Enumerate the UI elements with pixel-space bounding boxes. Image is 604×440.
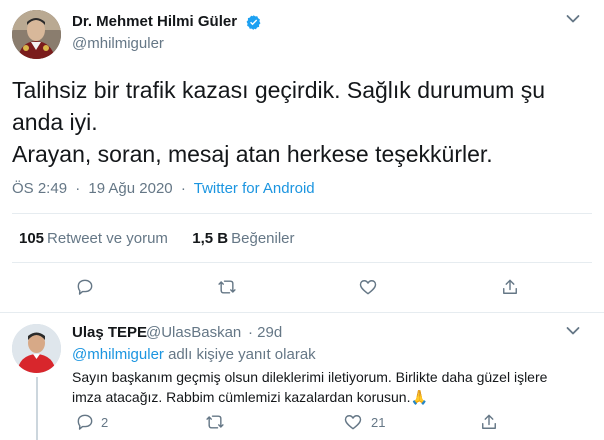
replying-to-mention[interactable]: @mhilmiguler: [72, 346, 164, 363]
tweet-meta: ÖS 2:49 · 19 Ağu 2020 · Twitter for Andr…: [12, 180, 315, 197]
tweet-stats: 105 Retweet ve yorum 1,5 B Beğeniler: [19, 230, 295, 247]
reply-reply-button[interactable]: [73, 410, 97, 434]
reply-button[interactable]: [73, 275, 97, 299]
thread-line: [36, 377, 38, 440]
tweet-time[interactable]: ÖS 2:49: [12, 180, 67, 197]
tweet-text-line: Talihsiz bir trafik kazası geçirdik. Sağ…: [12, 77, 546, 103]
reply-like-button[interactable]: [341, 410, 365, 434]
reply-like-count: 21: [371, 415, 386, 430]
share-icon: [503, 279, 517, 294]
reply-text: Sayın başkanım geçmiş olsun dileklerimi …: [72, 367, 592, 407]
share-icon: [482, 414, 496, 429]
meta-separator: ·: [180, 180, 186, 197]
chevron-down-icon[interactable]: [566, 14, 580, 24]
divider: [12, 262, 592, 263]
author-handle[interactable]: @mhilmiguler: [72, 35, 164, 52]
main-tweet: Dr. Mehmet Hilmi Güler @mhilmiguler Tali…: [0, 0, 604, 313]
reply-icon: [77, 414, 93, 430]
share-button[interactable]: [498, 275, 522, 299]
reply-avatar-image: [12, 324, 61, 373]
retweet-label: Retweet ve yorum: [47, 230, 168, 247]
retweet-button[interactable]: [215, 275, 239, 299]
tweet-date[interactable]: 19 Ağu 2020: [88, 180, 172, 197]
retweet-icon: [206, 415, 224, 429]
divider: [12, 213, 592, 214]
like-label: Beğeniler: [231, 230, 295, 247]
reply-icon: [77, 279, 93, 295]
meta-separator: ·: [75, 180, 81, 197]
reply-retweet-button[interactable]: [203, 410, 227, 434]
tweet-text-line: Arayan, soran, mesaj atan herkese teşekk…: [12, 141, 493, 167]
reply-share-button[interactable]: [477, 410, 501, 434]
verified-badge-icon: [246, 15, 261, 30]
author-avatar-image: [12, 10, 61, 59]
reply-tweet[interactable]: Ulaş TEPE @UlasBaskan · 29d @mhilmiguler…: [0, 314, 604, 440]
like-count: 1,5 B: [192, 230, 229, 247]
retweet-icon: [218, 280, 236, 294]
replying-to: @mhilmiguler adlı kişiye yanıt olarak: [72, 346, 316, 363]
like-icon: [359, 280, 377, 295]
like-icon: [344, 415, 362, 430]
like-button[interactable]: [356, 275, 380, 299]
reply-text-line: Sayın başkanım geçmiş olsun dileklerimi …: [72, 369, 548, 385]
reply-author-handle[interactable]: @UlasBaskan: [146, 324, 241, 341]
reply-reply-count: 2: [101, 415, 109, 430]
reply-time[interactable]: · 29d: [248, 324, 282, 341]
reply-text-line: imza atacağız. Rabbim cümlemizi kazalard…: [72, 389, 428, 405]
replying-to-label: adlı kişiye yanıt olarak: [163, 346, 316, 363]
author-avatar[interactable]: [12, 10, 61, 59]
retweet-stat[interactable]: 105 Retweet ve yorum: [19, 230, 168, 247]
author-name[interactable]: Dr. Mehmet Hilmi Güler: [72, 13, 237, 30]
reply-author-avatar[interactable]: [12, 324, 61, 373]
tweet-text-line: anda iyi.: [12, 109, 98, 135]
retweet-count: 105: [19, 230, 45, 247]
reply-author-name[interactable]: Ulaş TEPE: [72, 324, 147, 341]
like-stat[interactable]: 1,5 B Beğeniler: [192, 230, 294, 247]
tweet-text: Talihsiz bir trafik kazası geçirdik. Sağ…: [12, 74, 592, 170]
chevron-down-icon[interactable]: [566, 326, 580, 336]
tweet-source-link[interactable]: Twitter for Android: [194, 180, 315, 197]
